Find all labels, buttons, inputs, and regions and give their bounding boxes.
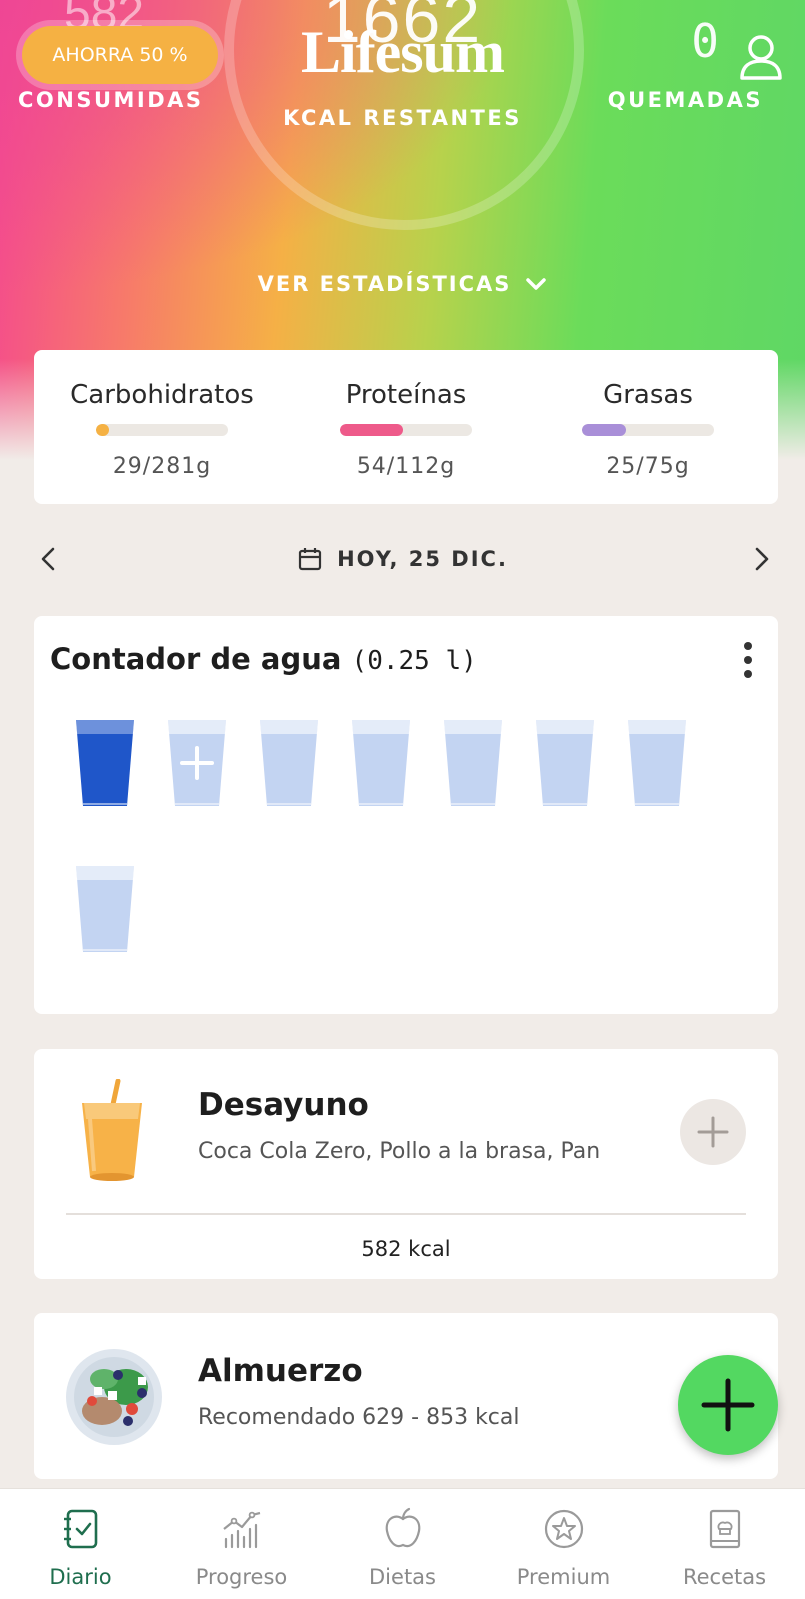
water-glass-empty[interactable] [534,716,596,810]
water-glass-full[interactable] [74,716,136,810]
nav-item-diets[interactable]: Dietas [322,1507,483,1589]
promo-button[interactable]: AHORRA 50 % [22,26,218,84]
water-title: Contador de agua (0.25 l) [50,642,477,676]
macro-progress-fill [96,424,110,436]
macro-name: Carbohidratos [70,380,254,410]
macro-protein: Proteínas 54/112g [306,380,506,479]
drink-cup-icon [82,1079,142,1181]
macros-card: Carbohidratos 29/281g Proteínas 54/112g … [34,350,778,504]
macro-carbs: Carbohidratos 29/281g [62,380,262,479]
macro-progress-bar [582,424,714,436]
meal-foods: Coca Cola Zero, Pollo a la brasa, Pan [198,1139,601,1164]
meal-title: Almuerzo [198,1353,363,1389]
view-stats-label: VER ESTADÍSTICAS [257,272,512,296]
nav-item-recipes[interactable]: Recetas [644,1507,805,1589]
water-glass-empty[interactable] [626,716,688,810]
water-glass-add[interactable] [166,716,228,810]
apple-icon [385,1507,420,1548]
bottom-navigation: Diario Progreso Dietas Premium Recetas [0,1488,805,1599]
chevron-right-icon[interactable] [746,544,776,574]
star-badge-icon [544,1509,583,1549]
plus-icon [697,1116,729,1148]
burned-label: QUEMADAS [607,88,763,112]
nav-item-diary[interactable]: Diario [0,1507,161,1589]
macro-progress-bar [340,424,472,436]
macro-progress-fill [582,424,626,436]
meal-card-breakfast[interactable]: Desayuno Coca Cola Zero, Pollo a la bras… [34,1049,778,1279]
water-title-text: Contador de agua [50,642,342,676]
water-glass-empty[interactable] [74,862,136,956]
macro-value: 54/112g [356,454,456,479]
water-glass-empty[interactable] [258,716,320,810]
meal-title: Desayuno [198,1087,369,1123]
nav-label: Recetas [682,1565,767,1589]
more-options-icon[interactable] [742,640,754,680]
macro-name: Proteínas [345,380,467,410]
plus-icon [701,1378,755,1432]
divider [66,1213,746,1215]
water-glass-empty[interactable] [350,716,412,810]
nav-label: Progreso [195,1565,288,1589]
nav-item-progress[interactable]: Progreso [161,1507,322,1589]
water-amount: (0.25 l) [351,646,477,676]
chevron-down-icon [526,278,547,290]
meal-card-lunch[interactable]: Almuerzo Recomendado 629 - 853 kcal [34,1313,778,1479]
water-glass-empty[interactable] [442,716,504,810]
diary-icon [63,1509,97,1549]
macro-name: Grasas [603,380,693,410]
macro-fat: Grasas 25/75g [548,380,748,479]
calendar-icon [298,548,322,571]
nav-item-premium[interactable]: Premium [483,1507,644,1589]
recipe-book-icon [709,1509,740,1549]
nav-label: Dietas [369,1565,436,1589]
date-navigator: HOY, 25 DIC. [0,540,805,580]
macro-value: 29/281g [112,454,212,479]
macro-progress-bar [96,424,228,436]
progress-chart-icon [222,1511,260,1549]
meal-kcal: 582 kcal [361,1237,451,1261]
profile-icon[interactable] [739,34,783,80]
nav-label: Premium [516,1565,611,1589]
date-label: HOY, 25 DIC. [337,547,508,571]
date-selector[interactable]: HOY, 25 DIC. [0,546,805,572]
nav-label: Diario [49,1565,112,1589]
add-fab-button[interactable] [678,1355,778,1455]
water-tracker-card: Contador de agua (0.25 l) [34,616,778,1014]
macro-progress-fill [340,424,404,436]
macro-value: 25/75g [606,454,690,479]
salad-plate-icon [66,1349,162,1445]
add-food-button[interactable] [680,1099,746,1165]
view-stats-link[interactable]: VER ESTADÍSTICAS [0,272,805,296]
meal-recommendation: Recomendado 629 - 853 kcal [198,1405,520,1430]
